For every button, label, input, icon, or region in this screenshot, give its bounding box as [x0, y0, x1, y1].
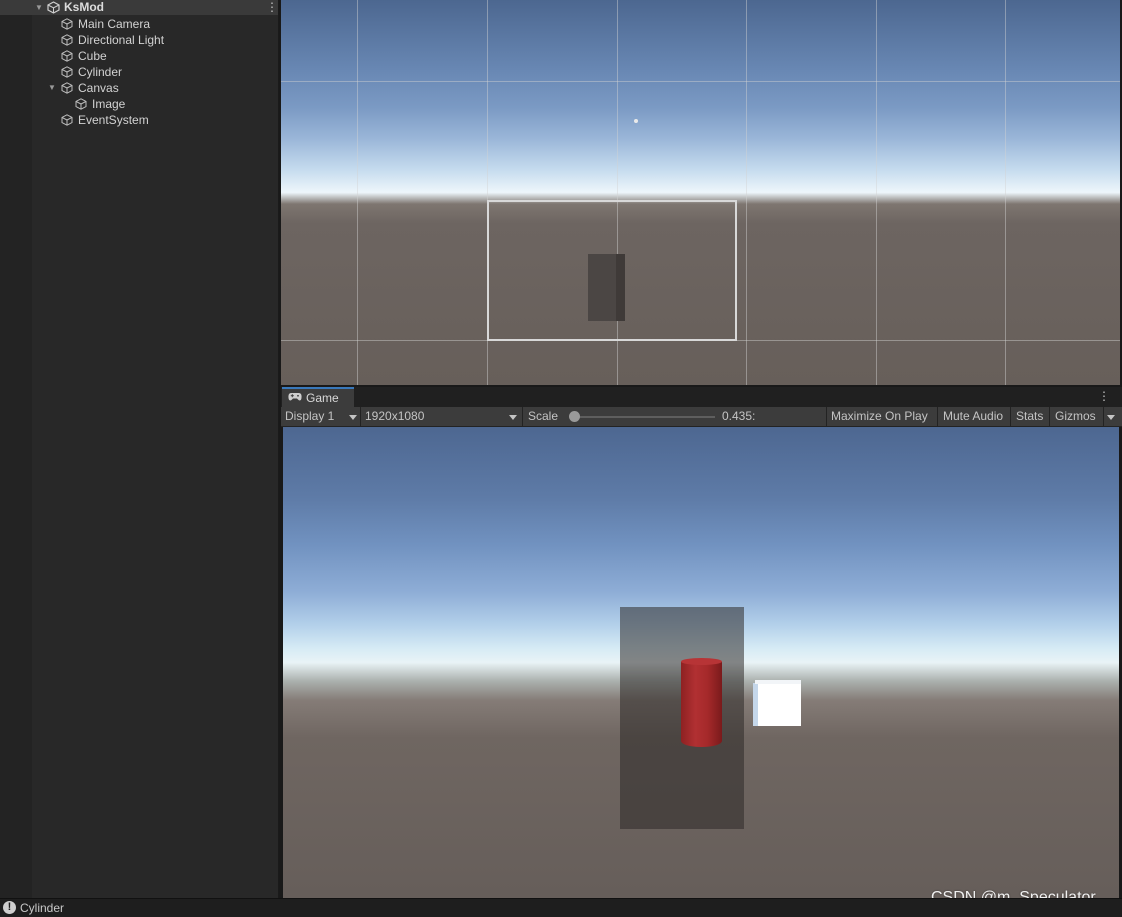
hierarchy-item-canvas[interactable]: ▼ Canvas [32, 80, 278, 96]
maximize-on-play-toggle[interactable]: Maximize On Play [831, 407, 928, 427]
scene-view[interactable] [281, 0, 1120, 385]
hierarchy-item-label: EventSystem [78, 113, 149, 127]
hierarchy-item-label: Directional Light [78, 33, 165, 47]
display-dropdown[interactable]: Display 1 [285, 407, 334, 427]
hierarchy-item-label: Cylinder [78, 65, 123, 79]
expand-arrow-icon[interactable]: ▼ [34, 0, 44, 16]
toolbar-separator [826, 407, 827, 427]
toolbar-separator [1103, 407, 1104, 427]
more-options-icon[interactable]: ⋮ [266, 0, 278, 14]
gameobject-icon [75, 98, 87, 110]
toolbar-separator [1010, 407, 1011, 427]
hierarchy-item-image[interactable]: Image [32, 96, 278, 112]
hierarchy-item-directional-light[interactable]: Directional Light [32, 32, 278, 48]
tab-game-label: Game [306, 391, 339, 405]
hierarchy-item-main-camera[interactable]: Main Camera [32, 16, 278, 32]
scene-grid-line [281, 81, 1120, 82]
gameobject-icon [61, 34, 73, 46]
gizmos-dropdown-chevron-icon[interactable] [1107, 415, 1115, 420]
scene-grid-line [1005, 0, 1006, 385]
scene-grid-line [876, 0, 877, 385]
gameobject-icon [61, 18, 73, 30]
tab-game[interactable]: Game [282, 387, 354, 407]
hierarchy-gutter [0, 0, 32, 898]
hierarchy-item-label: Main Camera [78, 17, 151, 31]
scale-value: 0.435: [722, 409, 756, 423]
display-dropdown-chevron-icon[interactable] [349, 415, 357, 420]
info-icon: ! [3, 901, 16, 914]
mute-audio-toggle[interactable]: Mute Audio [943, 407, 1003, 427]
gamepad-icon [288, 393, 302, 401]
gameobject-icon [61, 50, 73, 62]
game-toolbar: Display 1 1920x1080 Scale 0.435: Maximiz… [281, 407, 1122, 427]
hierarchy-item-label: Canvas [78, 81, 119, 95]
toolbar-separator [522, 407, 523, 427]
hierarchy-scene-row[interactable]: ▼ KsMod ⋮ [0, 0, 278, 15]
scale-label: Scale [528, 409, 559, 423]
gizmos-toggle[interactable]: Gizmos [1055, 407, 1096, 427]
game-tab-bar: Game ⋮ [281, 387, 1122, 407]
expand-arrow-icon[interactable]: ▼ [47, 80, 57, 96]
stats-toggle[interactable]: Stats [1016, 407, 1043, 427]
cube-object [753, 680, 801, 726]
toolbar-separator [360, 407, 361, 427]
scale-slider-thumb[interactable] [569, 411, 581, 422]
resolution-dropdown[interactable]: 1920x1080 [365, 407, 424, 427]
more-options-icon[interactable]: ⋮ [1098, 389, 1110, 403]
game-view[interactable] [283, 427, 1119, 898]
resolution-dropdown-chevron-icon[interactable] [509, 415, 517, 420]
hierarchy-item-cylinder[interactable]: Cylinder [32, 64, 278, 80]
scene-image-object[interactable] [588, 254, 625, 321]
status-message[interactable]: Cylinder [20, 901, 64, 916]
hierarchy-item-label: Cube [78, 49, 107, 63]
scene-grid-line [746, 0, 747, 385]
scene-name: KsMod [64, 0, 104, 14]
hierarchy-item-cube[interactable]: Cube [32, 48, 278, 64]
unity-scene-icon [47, 1, 60, 14]
hierarchy-panel: ▼ KsMod ⋮ Main Camera Directional Light … [0, 0, 279, 898]
toolbar-separator [937, 407, 938, 427]
toolbar-separator [1049, 407, 1050, 427]
cylinder-object [681, 658, 722, 747]
hierarchy-item-label: Image [92, 97, 126, 111]
gameobject-icon [61, 114, 73, 126]
gameobject-icon [61, 66, 73, 78]
scale-slider-track[interactable] [571, 416, 715, 418]
gameobject-icon [61, 82, 73, 94]
scene-camera-dot [634, 119, 638, 123]
scene-grid-line [357, 0, 358, 385]
status-bar: ! Cylinder [0, 898, 1122, 917]
hierarchy-item-eventsystem[interactable]: EventSystem [32, 112, 278, 128]
